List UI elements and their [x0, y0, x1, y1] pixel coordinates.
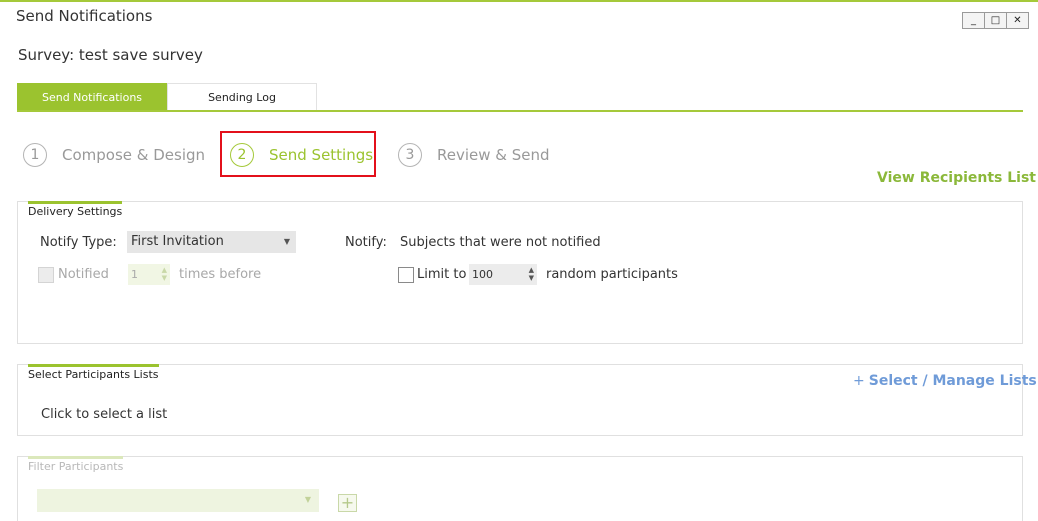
plus-icon: +	[853, 373, 865, 389]
notify-type-label: Notify Type:	[40, 235, 117, 250]
top-accent-line	[0, 0, 1038, 2]
minimize-button[interactable]: _	[962, 12, 985, 29]
delivery-settings-panel: Delivery Settings Notify Type: First Inv…	[17, 201, 1023, 344]
filter-title: Filter Participants	[28, 456, 124, 474]
spin-up-icon: ▲	[528, 266, 534, 274]
manage-lists-link[interactable]: + Select / Manage Lists	[853, 373, 1037, 389]
spin-up-icon: ▲	[161, 266, 167, 274]
tab-send-notifications[interactable]: Send Notifications	[17, 83, 167, 111]
notify-value: Subjects that were not notified	[400, 235, 601, 250]
step-compose-design[interactable]: 1 Compose & Design	[23, 141, 205, 169]
times-before-label: times before	[179, 267, 262, 282]
limit-label: Limit to	[417, 267, 467, 282]
close-button[interactable]: ✕	[1006, 12, 1029, 29]
window-controls: _ □ ✕	[962, 12, 1029, 29]
notified-label: Notified	[58, 267, 109, 282]
notified-count-value: 1	[131, 268, 138, 281]
tab-bar: Send Notifications Sending Log	[17, 83, 317, 111]
maximize-button[interactable]: □	[984, 12, 1007, 29]
notify-type-value: First Invitation	[131, 234, 224, 249]
select-list-placeholder[interactable]: Click to select a list	[41, 407, 167, 422]
limit-stepper[interactable]: 100 ▲ ▼	[469, 264, 537, 285]
step-label: Review & Send	[437, 146, 550, 164]
view-recipients-link[interactable]: View Recipients List	[877, 170, 1036, 186]
tab-underline	[17, 110, 1023, 112]
step-number: 3	[398, 143, 422, 167]
participants-title: Select Participants Lists	[28, 364, 159, 382]
spin-down-icon: ▼	[161, 274, 167, 282]
notify-label: Notify:	[345, 235, 387, 250]
filter-select[interactable]: ▼	[37, 489, 319, 512]
step-review-send[interactable]: 3 Review & Send	[398, 141, 550, 169]
random-participants-label: random participants	[546, 267, 678, 282]
notified-count-stepper[interactable]: 1 ▲ ▼	[128, 264, 170, 285]
window-title: Send Notifications	[16, 7, 153, 25]
tab-sending-log[interactable]: Sending Log	[167, 83, 317, 111]
step-label: Compose & Design	[62, 146, 206, 164]
notified-checkbox[interactable]	[38, 267, 54, 283]
limit-checkbox[interactable]	[398, 267, 414, 283]
spin-down-icon: ▼	[528, 274, 534, 282]
notify-type-select[interactable]: First Invitation ▼	[127, 231, 296, 253]
active-step-highlight	[220, 131, 376, 177]
survey-label: Survey: test save survey	[18, 46, 203, 64]
add-filter-button[interactable]: +	[338, 494, 357, 512]
limit-value: 100	[472, 268, 493, 281]
dropdown-arrow-icon: ▼	[304, 495, 311, 504]
manage-lists-label: Select / Manage Lists	[868, 373, 1037, 389]
dropdown-arrow-icon: ▼	[283, 237, 290, 246]
step-number: 1	[23, 143, 47, 167]
delivery-settings-title: Delivery Settings	[28, 201, 123, 219]
